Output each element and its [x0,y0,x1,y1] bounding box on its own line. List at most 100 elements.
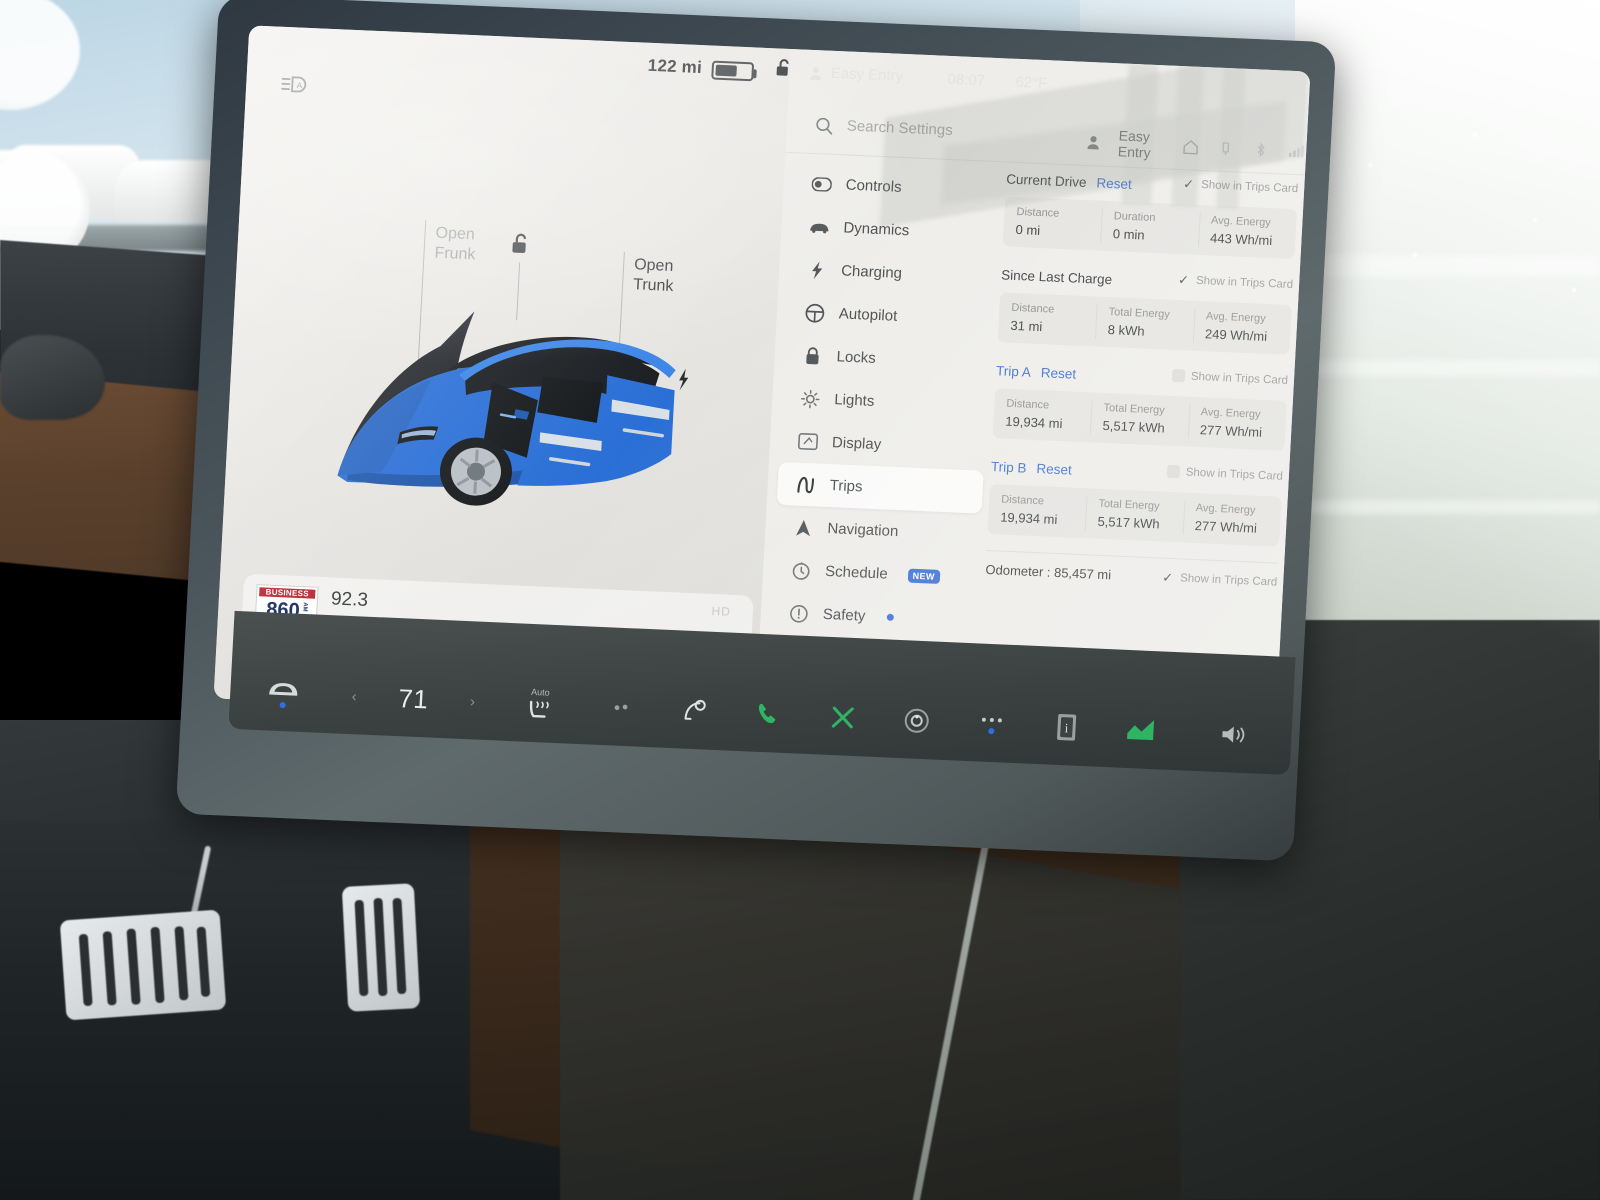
show-in-trips-card-checkbox[interactable] [1182,177,1196,191]
profile-person-icon[interactable] [1086,134,1101,150]
bluetooth-icon[interactable] [1252,141,1270,159]
trip-stat: Distance 0 mi [1003,196,1103,250]
usb-icon[interactable] [1217,139,1235,157]
trip-stat-value: 0 min [1112,226,1146,243]
trip-group-trip-a: Trip A Reset Show in Trips Card Distance 19,… [993,358,1289,451]
trip-stat: Avg. Energy 277 Wh/mi [1187,397,1287,451]
trip-group-title: Trip A [995,362,1032,380]
trip-stat-value: 5,517 kWh [1097,513,1161,532]
info-card-icon[interactable]: i [1028,711,1104,744]
bolt-icon [807,259,828,280]
x-app-icon[interactable] [805,703,881,732]
reset-button[interactable]: Reset [1040,365,1076,382]
more-dots-icon[interactable] [954,713,1030,735]
show-in-trips-card-toggle[interactable]: Show in Trips Card [1166,464,1284,483]
show-in-trips-card-checkbox[interactable] [1171,368,1186,383]
open-trunk-label[interactable]: Open Trunk [633,255,675,297]
trip-stat-key: Avg. Energy [1195,502,1256,517]
wifi-icon[interactable] [1287,142,1307,160]
trips-content: Current Drive Reset Show in Trips Card Dist… [985,166,1299,589]
volume-icon[interactable] [1177,720,1292,749]
trip-stat-value: 31 mi [1010,317,1043,335]
sidebar-item-label: Display [831,434,882,454]
trip-stats-row: Distance 19,934 mi Total Energy 5,517 kWh Av… [987,484,1281,547]
car-lock-toggle-icon[interactable] [509,231,532,258]
show-in-trips-card-checkbox[interactable] [1161,571,1175,585]
trip-group-title: Since Last Charge [1000,266,1113,287]
driver-temperature[interactable]: 71 [372,682,455,716]
show-in-trips-card-checkbox[interactable] [1177,273,1191,287]
phone-icon[interactable] [730,699,806,730]
trip-stat: Avg. Energy 443 Wh/mi [1197,205,1297,259]
trip-stat: Avg. Energy 277 Wh/mi [1182,493,1282,547]
car-front-icon[interactable] [230,676,337,710]
reset-button[interactable]: Reset [1036,461,1072,478]
trip-stat-key: Total Energy [1103,401,1166,417]
navigation-arrow-icon [793,517,814,538]
hd-indicator: HD [711,604,732,619]
reset-button[interactable]: Reset [1096,175,1132,192]
dashcam-icon[interactable] [879,704,955,737]
vehicle-illustration[interactable] [323,279,716,545]
settings-profile-label[interactable]: Easy Entry [1118,127,1166,161]
show-in-trips-card-label: Show in Trips Card [1185,466,1284,483]
open-frunk-line2: Frunk [434,244,476,264]
trip-stat-key: Distance [1011,301,1055,316]
trip-stat-key: Distance [1006,397,1050,412]
clock-icon [791,560,812,581]
trip-stat: Total Energy 8 kWh [1095,297,1195,351]
trip-stat-value: 0 mi [1015,221,1041,238]
open-frunk-line1: Open [435,224,476,244]
sidebar-item-label: Autopilot [838,305,898,325]
sidebar-item-label: Navigation [827,519,899,541]
sidebar-item-label: Charging [840,262,903,282]
show-in-trips-card-toggle[interactable]: Show in Trips Card [1171,368,1289,387]
trip-stats-row: Distance 0 mi Duration 0 min Avg. Energy 443 … [1003,196,1297,259]
temp-decrease-button[interactable]: ‹ [335,687,373,706]
trip-stat: Distance 19,934 mi [993,388,1093,442]
show-in-trips-card-label: Show in Trips Card [1190,370,1289,387]
trip-group-since-last-charge: Since Last Charge Show in Trips Card Dista… [998,262,1294,355]
show-in-trips-card-checkbox[interactable] [1166,464,1181,479]
trip-stat-key: Avg. Energy [1205,310,1266,325]
headlight-auto-icon[interactable]: A [281,75,308,94]
steering-wheel-icon [804,302,825,323]
trip-stat-key: Duration [1113,210,1156,224]
station-frequency: 92.3 [330,588,369,611]
range-display[interactable]: 122 mi [647,56,702,78]
trip-stat: Avg. Energy 249 Wh/mi [1192,301,1292,355]
battery-indicator[interactable] [711,60,755,82]
toggle-icon [811,174,833,195]
show-in-trips-card-label: Show in Trips Card [1179,571,1278,589]
settings-panel: Search Settings Easy Entry Controls Dyna… [756,48,1311,711]
trip-stat-value: 8 kWh [1107,322,1145,339]
wiper-icon[interactable] [657,697,731,724]
search-icon[interactable] [814,116,834,136]
safety-alert-dot [886,613,894,621]
open-frunk-label[interactable]: Open Frunk [434,224,477,266]
svg-text:A: A [297,81,303,90]
trip-stats-row: Distance 19,934 mi Total Energy 5,517 kWh Av… [993,388,1287,451]
seat-heater-button[interactable]: Auto [490,685,589,724]
seat-heater-label: Auto [530,686,550,698]
settings-header-right: Easy Entry [1086,126,1308,168]
search-input[interactable]: Search Settings [846,117,953,139]
sidebar-item-label: Lights [833,391,875,410]
temp-increase-button[interactable]: › [453,692,491,711]
route-icon [795,474,816,495]
trip-stat: Distance 19,934 mi [987,484,1087,538]
show-in-trips-card-toggle[interactable]: Show in Trips Card [1177,273,1294,291]
car-status-dot [279,701,286,708]
home-icon[interactable] [1182,138,1200,156]
open-trunk-line1: Open [633,256,674,276]
odometer-show-in-trips-card-toggle[interactable]: Show in Trips Card [1161,571,1278,589]
sidebar-item-label: Locks [836,348,877,367]
show-in-trips-card-toggle[interactable]: Show in Trips Card [1182,177,1299,195]
trip-stat-key: Total Energy [1098,497,1160,513]
light-bulb-icon [800,388,821,409]
heated-seat-icon [524,697,555,722]
trip-stat-key: Avg. Energy [1200,406,1261,421]
trip-stat-value: 443 Wh/mi [1209,230,1273,249]
fan-speed-indicator[interactable] [588,700,658,715]
energy-graph-icon[interactable] [1103,716,1179,745]
